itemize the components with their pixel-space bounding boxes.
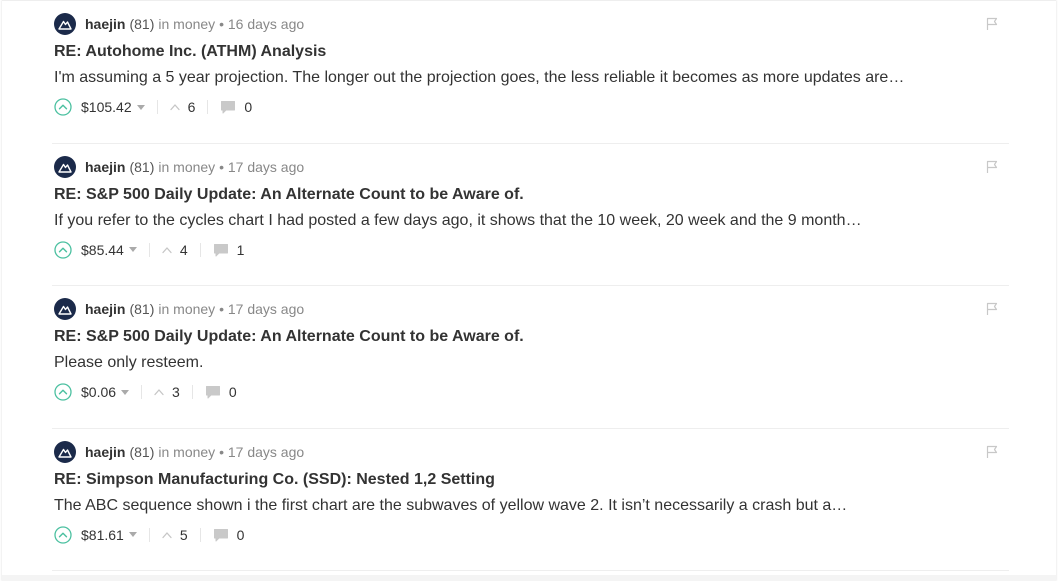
comments-count: 0 [228,384,237,400]
caret-down-icon [128,532,137,537]
chevron-up-icon [162,531,172,538]
flag-icon[interactable] [985,17,999,31]
avatar-mountain-icon [58,448,72,458]
votes-count-button[interactable]: 3 [154,384,180,400]
chevron-up-icon [162,246,172,253]
avatar[interactable] [54,298,76,320]
comment-title[interactable]: RE: S&P 500 Daily Update: An Alternate C… [54,186,524,204]
votes-count: 3 [172,384,180,400]
comment-body[interactable]: I'm assuming a 5 year projection. The lo… [54,69,904,87]
comment-icon [213,243,228,256]
divider [156,100,158,114]
comments-count: 0 [244,99,253,115]
comment-body[interactable]: The ABC sequence shown i the first chart… [54,497,847,515]
avatar-mountain-icon [58,20,72,30]
chevron-up-icon [169,104,180,111]
caret-down-icon [136,104,145,110]
payout-dropdown[interactable]: $85.44 [81,242,137,258]
divider [199,242,201,257]
avatar[interactable] [54,155,76,178]
comments-count: 0 [236,526,245,543]
comment-item: haejin (81) in money • 17 days ago RE: S… [52,286,1009,429]
payout-amount: $85.44 [81,241,124,258]
comment-header: haejin (81) in money • 17 days ago [54,440,304,463]
avatar-mountain-icon [58,163,72,173]
avatar[interactable] [54,13,76,35]
divider [199,527,201,542]
comment-item: haejin (81) in money • 16 days ago RE: A… [52,1,1009,144]
comment-header: haejin (81) in money • 16 days ago [54,13,304,35]
caret-down-icon [121,389,130,395]
divider [191,385,193,399]
chevron-up-icon [154,389,164,396]
comment-footer: $85.44 4 1 [54,239,244,261]
votes-count: 4 [179,241,188,258]
flag-icon[interactable] [985,302,999,316]
comment-item: haejin (81) in money • 17 days ago RE: S… [52,144,1009,286]
votes-count-button[interactable]: 6 [169,99,196,115]
divider [148,242,150,257]
comment-header: haejin (81) in money • 17 days ago [54,155,304,178]
caret-down-icon [128,247,137,252]
comments-count-button[interactable]: 0 [213,526,245,543]
comments-count-button[interactable]: 1 [213,241,245,258]
flag-icon[interactable] [985,160,999,174]
comment-body[interactable]: Please only resteem. [54,354,203,372]
comment-header: haejin (81) in money • 17 days ago [54,298,304,320]
comments-count-button[interactable]: 0 [220,99,252,115]
author-name[interactable]: haejin [85,159,125,175]
chevron-up-circle-icon[interactable] [54,383,72,401]
payout-dropdown[interactable]: $105.42 [81,99,145,115]
comment-title[interactable]: RE: Autohome Inc. (ATHM) Analysis [54,43,326,61]
post-meta[interactable]: in money • 17 days ago [158,444,304,460]
comment-item: haejin (81) in money • 17 days ago RE: S… [52,429,1009,571]
comments-count-button[interactable]: 0 [205,384,237,400]
chevron-up-circle-icon[interactable] [54,525,72,544]
comment-list: haejin (81) in money • 16 days ago RE: A… [52,1,1009,571]
author-name[interactable]: haejin [85,16,125,32]
payout-dropdown[interactable]: $0.06 [81,384,130,400]
divider [207,100,209,114]
comment-title[interactable]: RE: S&P 500 Daily Update: An Alternate C… [54,328,524,346]
post-meta[interactable]: in money • 17 days ago [158,159,304,175]
avatar[interactable] [54,440,76,463]
chevron-up-circle-icon[interactable] [54,240,72,259]
comment-footer: $0.06 3 0 [54,381,237,403]
author-reputation: (81) [129,16,155,32]
comment-icon [213,528,228,541]
avatar-mountain-icon [58,305,72,315]
divider [148,527,150,542]
author-reputation: (81) [129,301,155,317]
payout-amount: $105.42 [81,99,132,115]
comment-title[interactable]: RE: Simpson Manufacturing Co. (SSD): Nes… [54,471,495,489]
payout-amount: $81.61 [81,526,124,543]
comment-footer: $105.42 6 0 [54,96,252,118]
votes-count-button[interactable]: 4 [162,242,188,258]
votes-count: 5 [179,526,188,543]
payout-amount: $0.06 [81,384,117,400]
flag-icon[interactable] [985,445,999,459]
comments-feed-panel: haejin (81) in money • 16 days ago RE: A… [2,0,1056,581]
author-reputation: (81) [129,443,155,460]
bottom-bar [2,575,1056,581]
comments-count: 1 [236,241,245,258]
author-name[interactable]: haejin [85,301,125,317]
post-meta[interactable]: in money • 17 days ago [158,301,304,317]
divider [141,385,143,399]
author-reputation: (81) [129,158,155,175]
comment-icon [205,386,220,399]
votes-count-button[interactable]: 5 [162,527,188,543]
chevron-up-circle-icon[interactable] [54,98,72,116]
comment-footer: $81.61 5 0 [54,524,244,546]
payout-dropdown[interactable]: $81.61 [81,527,137,543]
comment-icon [221,101,236,114]
author-name[interactable]: haejin [85,444,125,460]
post-meta[interactable]: in money • 16 days ago [158,16,304,32]
comment-body[interactable]: If you refer to the cycles chart I had p… [54,212,862,230]
votes-count: 6 [187,99,196,115]
